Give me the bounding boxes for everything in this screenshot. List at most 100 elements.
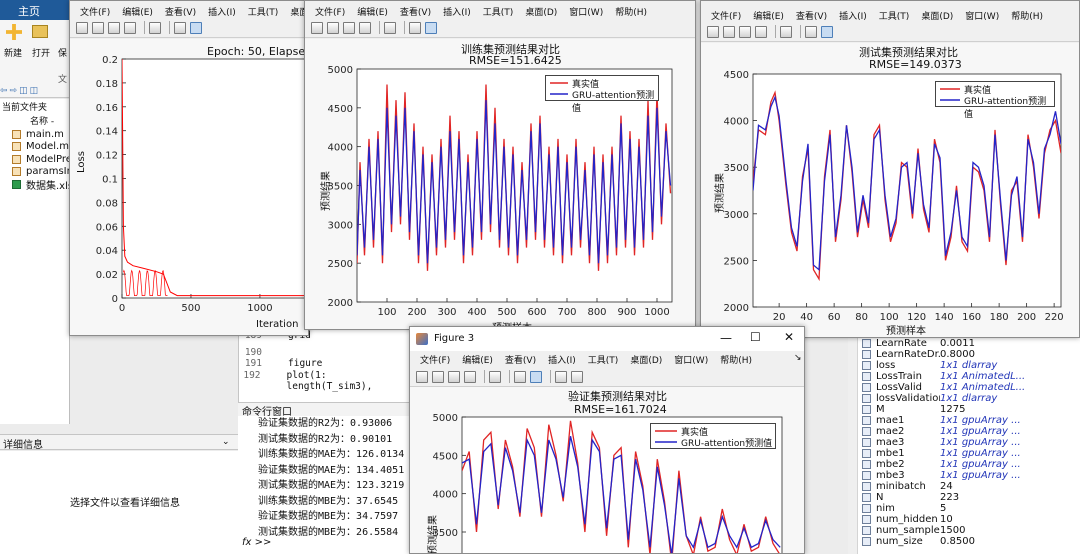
menu-insert[interactable]: 插入(I) [833,9,873,22]
workspace-row[interactable]: mae1 1x1 gpuArray ... [858,415,1080,426]
link-plot-icon[interactable] [384,21,396,34]
workspace-row[interactable]: LossValid 1x1 AnimatedL... [858,382,1080,393]
menu-tools[interactable]: 工具(T) [477,5,520,18]
menu-view[interactable]: 查看(V) [499,353,542,366]
menu-tools[interactable]: 工具(T) [873,9,916,22]
menu-edit[interactable]: 编辑(E) [116,5,159,18]
workspace-row[interactable]: mbe1 1x1 gpuArray ... [858,448,1080,459]
workspace-row[interactable]: LearnRateDr...0.8000 [858,349,1080,360]
workspace-row[interactable]: num_size 0.8500 [858,536,1080,547]
save-icon[interactable] [343,21,355,34]
file-item[interactable]: main.m [10,128,70,141]
workspace-row[interactable]: num_hidden 10 [858,514,1080,525]
workspace-row[interactable]: LossTrain 1x1 AnimatedL... [858,371,1080,382]
workspace-row[interactable]: mbe2 1x1 gpuArray ... [858,459,1080,470]
open-file-icon[interactable] [327,21,339,34]
workspace-row[interactable]: num_samples 1500 [858,525,1080,536]
legend-icon[interactable] [821,25,833,38]
workspace-row[interactable]: LearnRate 0.0011 [858,338,1080,349]
training-figure-window[interactable]: 文件(F) 编辑(E) 查看(V) 插入(I) 工具(T) 桌面(D) 窗口(W… [304,0,696,330]
menu-desktop[interactable]: 桌面(D) [519,5,563,18]
menu-help[interactable]: 帮助(H) [609,5,653,18]
open-file-icon[interactable] [432,370,444,383]
close-button[interactable]: ✕ [784,330,794,344]
menu-window[interactable]: 窗口(W) [563,5,609,18]
workspace-row[interactable]: M 1275 [858,404,1080,415]
print-icon[interactable] [464,370,476,383]
link-plot-icon[interactable] [780,25,792,38]
open-icon[interactable] [32,25,48,38]
details-collapse-icon[interactable]: ⌄ [222,437,230,447]
menu-view[interactable]: 查看(V) [790,9,833,22]
workspace-row[interactable]: N 223 [858,492,1080,503]
menu-insert[interactable]: 插入(I) [202,5,242,18]
save-icon[interactable] [739,25,751,38]
workspace-scrollbar[interactable] [848,320,858,554]
menu-desktop[interactable]: 桌面(D) [624,353,668,366]
workspace-row[interactable]: mae2 1x1 gpuArray ... [858,426,1080,437]
legend-box[interactable]: 真实值 GRU-attention预测值 [545,75,659,114]
file-item[interactable]: 数据集.xlsx [10,178,79,192]
menu-edit[interactable]: 编辑(E) [747,9,790,22]
minimize-button[interactable]: — [720,331,732,345]
menu-view[interactable]: 查看(V) [159,5,202,18]
colorbar-icon[interactable] [409,21,421,34]
workspace-row[interactable]: nim 5 [858,503,1080,514]
test-figure-window[interactable]: 文件(F) 编辑(E) 查看(V) 插入(I) 工具(T) 桌面(D) 窗口(W… [700,0,1080,338]
property-editor-icon[interactable] [571,370,583,383]
new-figure-icon[interactable] [311,21,323,34]
command-prompt[interactable]: fx >> [242,537,271,548]
figure-3-window[interactable]: Figure 3 — ☐ ✕ 文件(F) 编辑(E) 查看(V) 插入(I) 工… [409,326,805,554]
menu-window[interactable]: 窗口(W) [959,9,1005,22]
legend-box[interactable]: 真实值 GRU-attention预测值 [935,81,1055,120]
menu-file[interactable]: 文件(F) [705,9,747,22]
workspace-row[interactable]: lossValidation 1x1 dlarray [858,393,1080,404]
nav-arrows[interactable]: ⇦⇨◫◫ [0,86,70,98]
print-icon[interactable] [124,21,136,34]
menu-help[interactable]: 帮助(H) [714,353,758,366]
print-icon[interactable] [359,21,371,34]
legend-icon[interactable] [425,21,437,34]
workspace-row[interactable]: loss 1x1 dlarray [858,360,1080,371]
file-item[interactable]: Model.m [10,141,70,154]
colorbar-icon[interactable] [174,21,186,34]
new-figure-icon[interactable] [707,25,719,38]
menu-tools[interactable]: 工具(T) [582,353,625,366]
open-button-label[interactable]: 打开 [32,46,50,59]
menu-file[interactable]: 文件(F) [414,353,456,366]
colorbar-icon[interactable] [514,370,526,383]
print-icon[interactable] [755,25,767,38]
save-icon[interactable] [108,21,120,34]
menu-desktop[interactable]: 桌面(D) [915,9,959,22]
loss-figure-window[interactable]: 文件(F) 编辑(E) 查看(V) 插入(I) 工具(T) 桌面(D) 窗口(W… [69,0,309,336]
file-item[interactable]: ModelPred [10,153,78,166]
save-button-label[interactable]: 保 [58,46,67,59]
workspace-row[interactable]: mbe3 1x1 gpuArray ... [858,470,1080,481]
legend-icon[interactable] [530,370,542,383]
menu-file[interactable]: 文件(F) [74,5,116,18]
menu-help[interactable]: 帮助(H) [1005,9,1049,22]
save-icon[interactable] [448,370,460,383]
menu-edit[interactable]: 编辑(E) [351,5,394,18]
workspace-row[interactable]: minibatch 24 [858,481,1080,492]
new-figure-icon[interactable] [76,21,88,34]
menu-file[interactable]: 文件(F) [309,5,351,18]
name-column-header[interactable]: 名称 - [30,114,54,127]
link-plot-icon[interactable] [149,21,161,34]
legend-icon[interactable] [190,21,202,34]
open-file-icon[interactable] [92,21,104,34]
menu-edit[interactable]: 编辑(E) [456,353,499,366]
colorbar-icon[interactable] [805,25,817,38]
workspace-row[interactable]: mae3 1x1 gpuArray ... [858,437,1080,448]
pointer-icon[interactable] [555,370,567,383]
legend-box[interactable]: 真实值 GRU-attention预测值 [650,423,776,449]
dock-arrow-icon[interactable]: ↘ [794,353,802,363]
open-file-icon[interactable] [723,25,735,38]
link-plot-icon[interactable] [489,370,501,383]
menu-window[interactable]: 窗口(W) [668,353,714,366]
maximize-button[interactable]: ☐ [750,330,761,344]
tab-home[interactable]: 主页 [18,3,40,19]
menu-tools[interactable]: 工具(T) [242,5,285,18]
menu-insert[interactable]: 插入(I) [437,5,477,18]
new-button-label[interactable]: 新建 [4,46,22,59]
